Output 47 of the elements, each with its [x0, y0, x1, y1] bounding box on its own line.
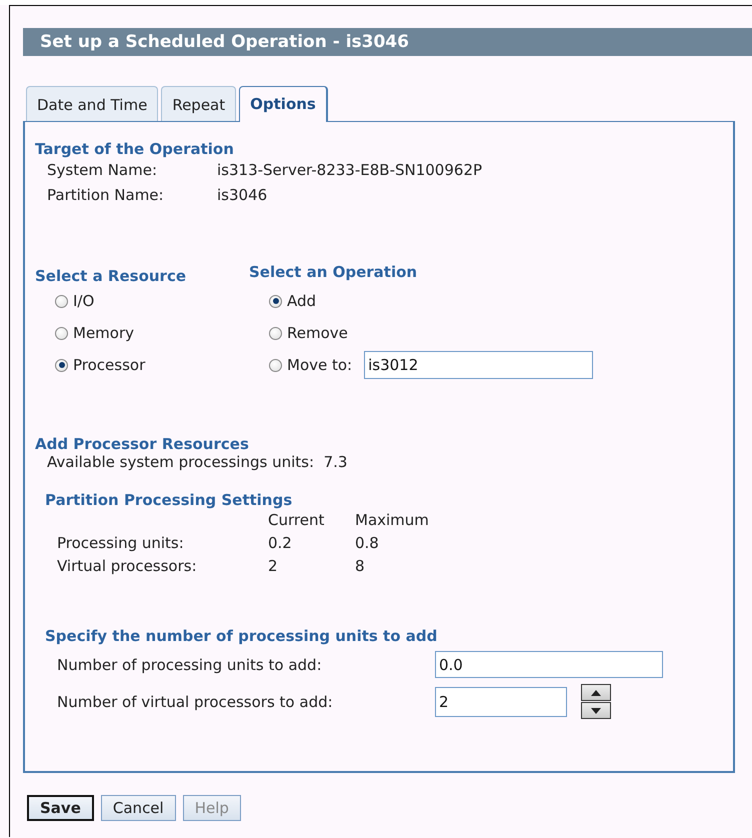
table-cell-text: 0.2 [268, 533, 293, 554]
field-label: Available system processings units: [47, 453, 314, 471]
partition-field[interactable]: is3012 [364, 351, 594, 379]
radio-option[interactable]: Processor [35, 349, 152, 381]
section-heading: Specify the number of processing units to add [45, 627, 438, 645]
field-label: System Name: [47, 160, 158, 181]
input-field[interactable]: 0.0 [435, 651, 663, 678]
section-heading: Add Processor Resources [35, 435, 250, 453]
up-arrow-icon [591, 690, 601, 696]
field-label: Number of virtual processors to add: [57, 692, 334, 710]
radio-option[interactable]: Move to: [249, 349, 358, 381]
window-title: Set up a Scheduled Operation - is3046 [23, 28, 752, 56]
increment-button[interactable] [581, 684, 611, 701]
tab[interactable]: Repeat [161, 86, 236, 121]
radio-circle[interactable] [269, 294, 282, 308]
field-value: 7.3 [324, 453, 348, 471]
section-heading: Select an Operation [249, 263, 418, 281]
down-arrow-icon [591, 708, 601, 714]
field-label: Number of processing units to add: [57, 656, 323, 674]
save-button[interactable]: Save [27, 795, 94, 821]
field-value: is3046 [217, 185, 268, 206]
table-cell-text: 8 [355, 556, 366, 577]
row-label: Virtual processors: [57, 556, 198, 577]
row-label: Processing units: [57, 533, 185, 554]
radio-option[interactable]: Add [249, 285, 322, 317]
tab[interactable]: Date and Time [26, 86, 158, 121]
radio-circle[interactable] [55, 358, 68, 372]
field-label: Partition Name: [47, 185, 165, 206]
radio-option[interactable]: Remove [249, 317, 354, 349]
tab[interactable]: Options [239, 86, 328, 122]
table-cell-text: 2 [268, 556, 279, 577]
radio-circle[interactable] [55, 326, 68, 340]
decrement-button[interactable] [581, 702, 611, 719]
field-value: is313-Server-8233-E8B-SN100962P [217, 160, 484, 181]
radio-option[interactable]: Memory [35, 317, 140, 349]
radio-option[interactable]: I/O [35, 285, 100, 317]
radio-circle[interactable] [269, 326, 282, 340]
radio-circle[interactable] [55, 294, 68, 308]
radio-circle[interactable] [269, 358, 282, 372]
section-heading: Target of the Operation [35, 140, 235, 158]
column-header: Maximum [355, 510, 430, 531]
section-heading: Partition Processing Settings [45, 491, 294, 509]
table-cell-text: 0.8 [355, 533, 380, 554]
cancel-button[interactable]: Cancel [100, 795, 176, 821]
input-field[interactable]: 2 [435, 686, 567, 716]
section-heading: Select a Resource [35, 267, 188, 285]
column-header: Current [268, 510, 326, 531]
